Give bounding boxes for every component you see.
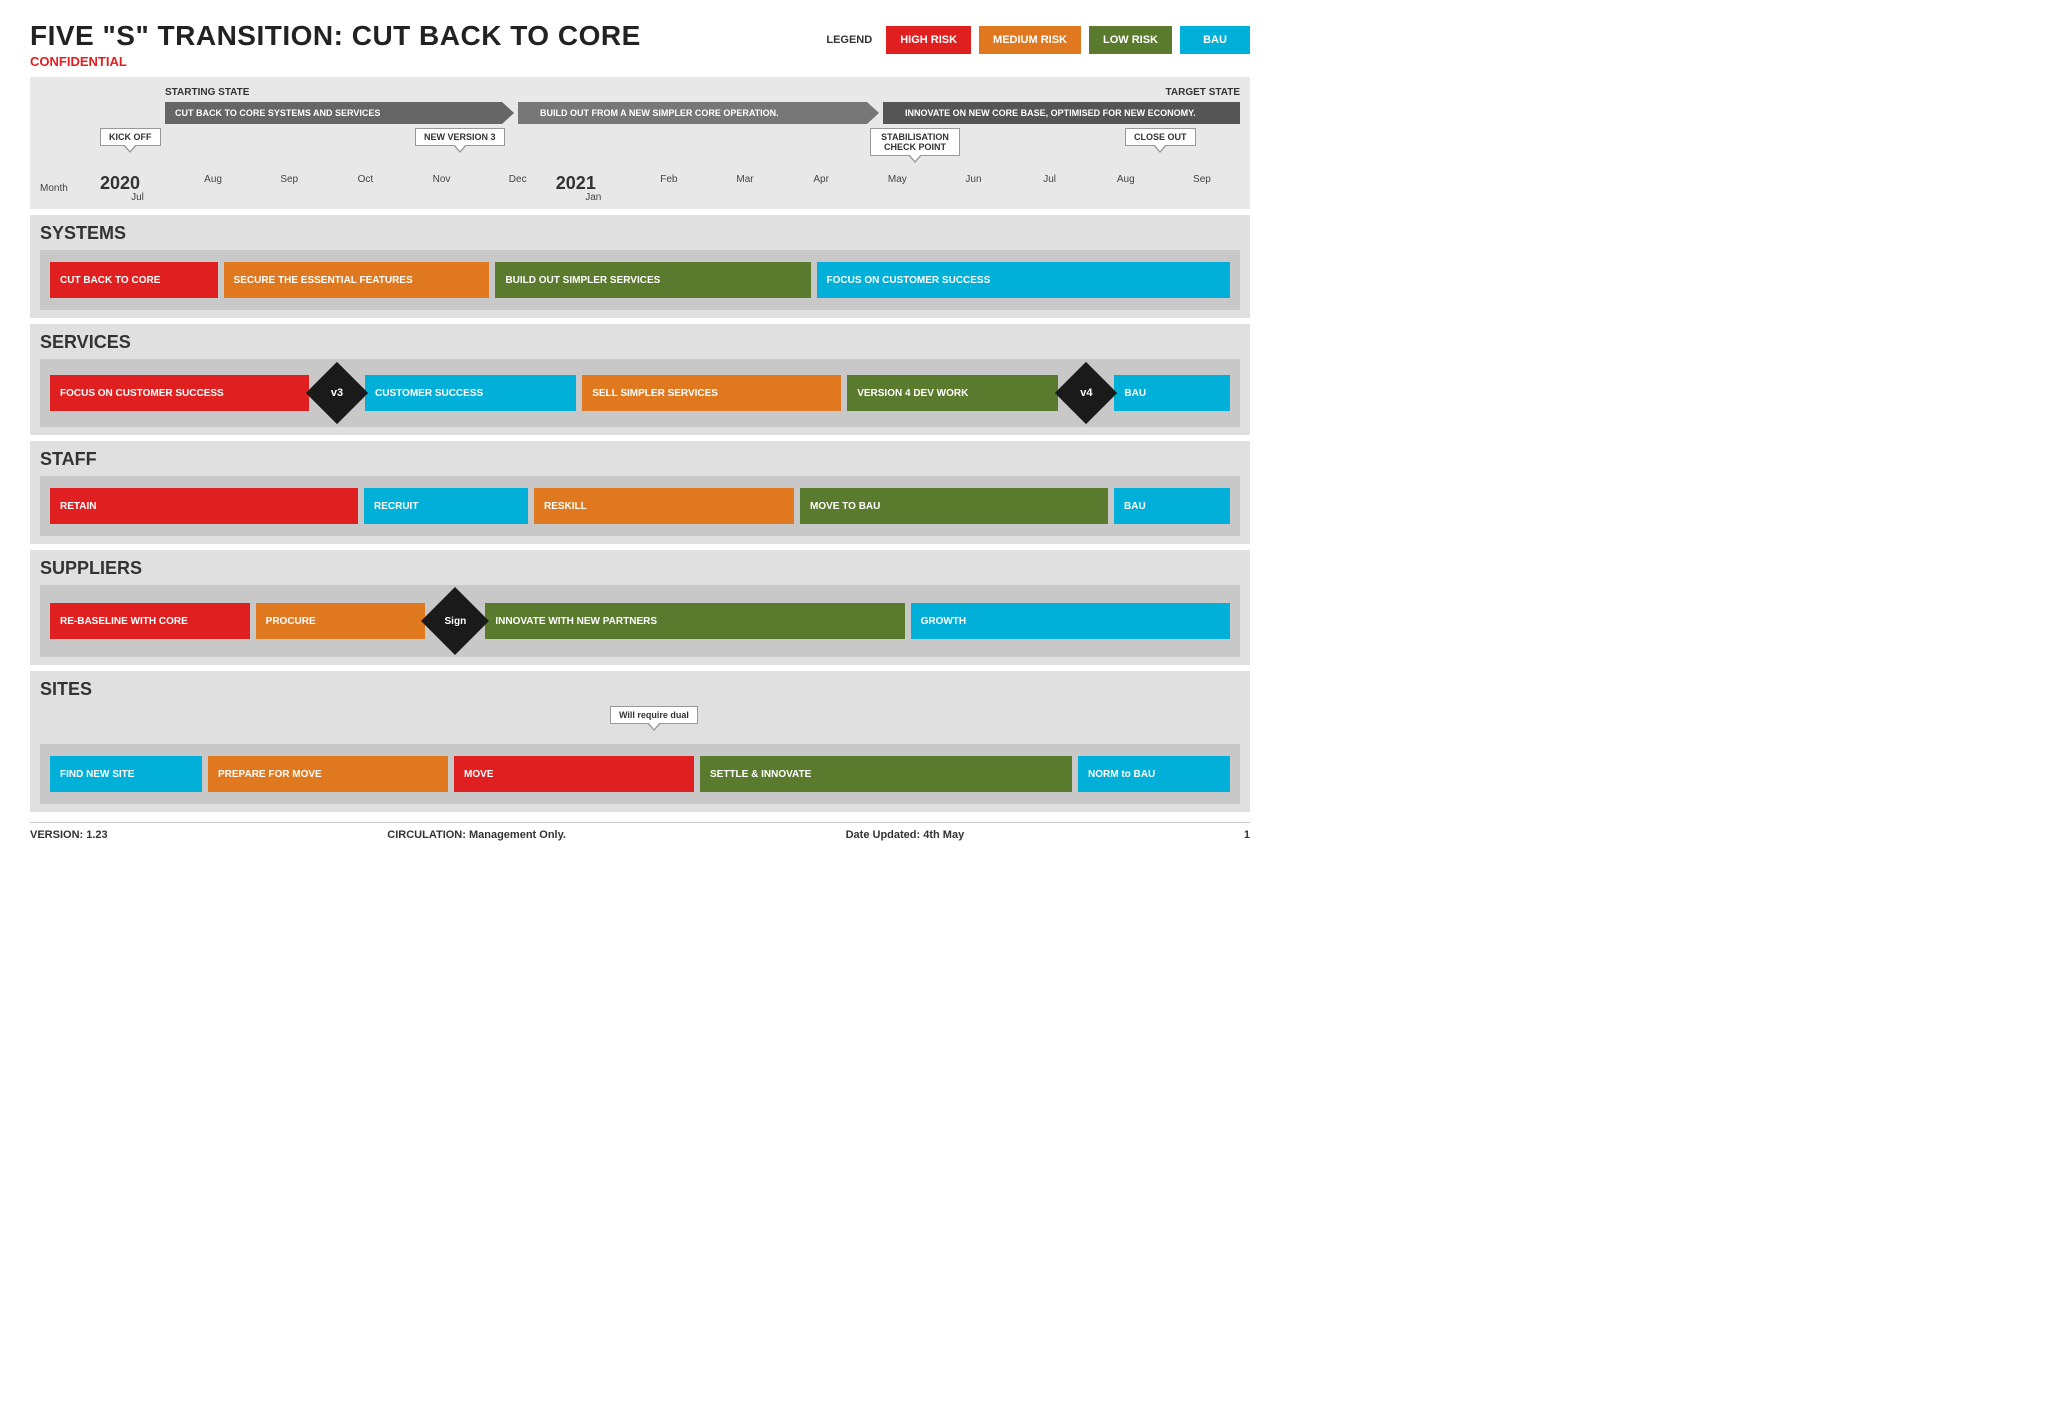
month-sep-2021: Sep — [1164, 174, 1240, 203]
staff-bar-bau: BAU — [1114, 488, 1230, 524]
callout-stabilisation: STABILISATION CHECK POINT — [870, 128, 960, 156]
confidential-label: CONFIDENTIAL — [30, 54, 641, 69]
month-dec: Dec — [480, 174, 556, 203]
suppliers-section: SUPPLIERS RE-BASELINE WITH CORE PROCURE … — [30, 550, 1250, 665]
month-oct: Oct — [327, 174, 403, 203]
target-state-label: TARGET STATE — [1166, 87, 1240, 98]
phase-arrow-2: BUILD OUT FROM A NEW SIMPLER CORE OPERAT… — [518, 102, 879, 124]
month-aug-2021: Aug — [1088, 174, 1164, 203]
footer: VERSION: 1.23 CIRCULATION: Management On… — [30, 822, 1250, 847]
diamond-v4: v4 — [1064, 371, 1108, 415]
month-may: May — [859, 174, 935, 203]
starting-state-label: STARTING STATE — [165, 87, 249, 98]
services-section: SERVICES FOCUS ON CUSTOMER SUCCESS v3 CU… — [30, 324, 1250, 435]
diamond-sign: Sign — [431, 597, 479, 645]
phase-arrow-3: INNOVATE ON NEW CORE BASE, OPTIMISED FOR… — [883, 102, 1240, 124]
sites-bar-findnewsite: FIND NEW SITE — [50, 756, 202, 792]
staff-row: RETAIN RECRUIT RESKILL MOVE TO BAU BAU — [40, 476, 1240, 536]
suppliers-bar-rebaseline: RE-BASELINE WITH CORE — [50, 603, 250, 639]
sites-row: FIND NEW SITE PREPARE FOR MOVE MOVE SETT… — [40, 744, 1240, 804]
legend-high-risk: HIGH RISK — [886, 26, 971, 54]
services-title: SERVICES — [40, 332, 1240, 353]
month-jul-2021: Jul — [1012, 174, 1088, 203]
systems-section: SYSTEMS CUT BACK TO CORE SECURE THE ESSE… — [30, 215, 1250, 318]
sites-callout-will-require: Will require dual — [610, 706, 698, 724]
sites-section: SITES Will require dual FIND NEW SITE PR… — [30, 671, 1250, 812]
services-bar-v4dev: VERSION 4 DEV WORK — [847, 375, 1058, 411]
systems-row: CUT BACK TO CORE SECURE THE ESSENTIAL FE… — [40, 250, 1240, 310]
month-jun: Jun — [935, 174, 1011, 203]
systems-bar-essential: SECURE THE ESSENTIAL FEATURES — [224, 262, 490, 298]
suppliers-bar-innovate: INNOVATE WITH NEW PARTNERS — [485, 603, 904, 639]
services-bar-bau: BAU — [1114, 375, 1230, 411]
staff-bar-retain: RETAIN — [50, 488, 358, 524]
staff-bar-movetobau: MOVE TO BAU — [800, 488, 1108, 524]
systems-bar-cutback: CUT BACK TO CORE — [50, 262, 218, 298]
month-apr: Apr — [783, 174, 859, 203]
will-require-tooltip: Will require dual — [610, 706, 698, 724]
month-nov: Nov — [403, 174, 479, 203]
staff-section: STAFF RETAIN RECRUIT RESKILL MOVE TO BAU… — [30, 441, 1250, 544]
footer-circulation: CIRCULATION: Management Only. — [387, 829, 566, 841]
sites-title: SITES — [40, 679, 1240, 700]
legend-bau: BAU — [1180, 26, 1250, 54]
suppliers-bar-procure: PROCURE — [256, 603, 426, 639]
services-bar-sell: SELL SIMPLER SERVICES — [582, 375, 841, 411]
phase-arrow-1: CUT BACK TO CORE SYSTEMS AND SERVICES — [165, 102, 514, 124]
diamond-v3: v3 — [315, 371, 359, 415]
footer-page: 1 — [1244, 829, 1250, 841]
month-jan-2021: Jan — [556, 192, 631, 203]
suppliers-row: RE-BASELINE WITH CORE PROCURE Sign INNOV… — [40, 585, 1240, 657]
systems-title: SYSTEMS — [40, 223, 1240, 244]
systems-bar-customer: FOCUS ON CUSTOMER SUCCESS — [817, 262, 1230, 298]
month-mar: Mar — [707, 174, 783, 203]
callout-newversion3: NEW VERSION 3 — [415, 128, 505, 146]
year-2021: 2021 — [556, 174, 596, 192]
services-row: FOCUS ON CUSTOMER SUCCESS v3 CUSTOMER SU… — [40, 359, 1240, 427]
month-jul-2020: Jul — [100, 192, 175, 203]
staff-bar-reskill: RESKILL — [534, 488, 794, 524]
month-sep: Sep — [251, 174, 327, 203]
legend-medium-risk: MEDIUM RISK — [979, 26, 1081, 54]
month-aug: Aug — [175, 174, 251, 203]
sites-bar-move: MOVE — [454, 756, 694, 792]
footer-date: Date Updated: 4th May — [846, 829, 965, 841]
page-title: FIVE "S" TRANSITION: CUT BACK TO CORE — [30, 20, 641, 52]
callout-kickoff: KICK OFF — [100, 128, 161, 146]
services-bar-focus: FOCUS ON CUSTOMER SUCCESS — [50, 375, 309, 411]
sites-bar-settle: SETTLE & INNOVATE — [700, 756, 1072, 792]
month-feb: Feb — [631, 174, 707, 203]
staff-title: STAFF — [40, 449, 1240, 470]
staff-bar-recruit: RECRUIT — [364, 488, 528, 524]
suppliers-title: SUPPLIERS — [40, 558, 1240, 579]
callout-closeout: CLOSE OUT — [1125, 128, 1196, 146]
month-header: Month — [40, 183, 100, 194]
systems-bar-buildout: BUILD OUT SIMPLER SERVICES — [495, 262, 810, 298]
footer-version: VERSION: 1.23 — [30, 829, 108, 841]
sites-bar-prepare: PREPARE FOR MOVE — [208, 756, 448, 792]
legend-low-risk: LOW RISK — [1089, 26, 1172, 54]
suppliers-bar-growth: GROWTH — [911, 603, 1230, 639]
services-bar-customer-success: CUSTOMER SUCCESS — [365, 375, 576, 411]
legend-label: LEGEND — [826, 34, 872, 46]
sites-bar-normtobau: NORM to BAU — [1078, 756, 1230, 792]
year-2020: 2020 — [100, 174, 140, 192]
